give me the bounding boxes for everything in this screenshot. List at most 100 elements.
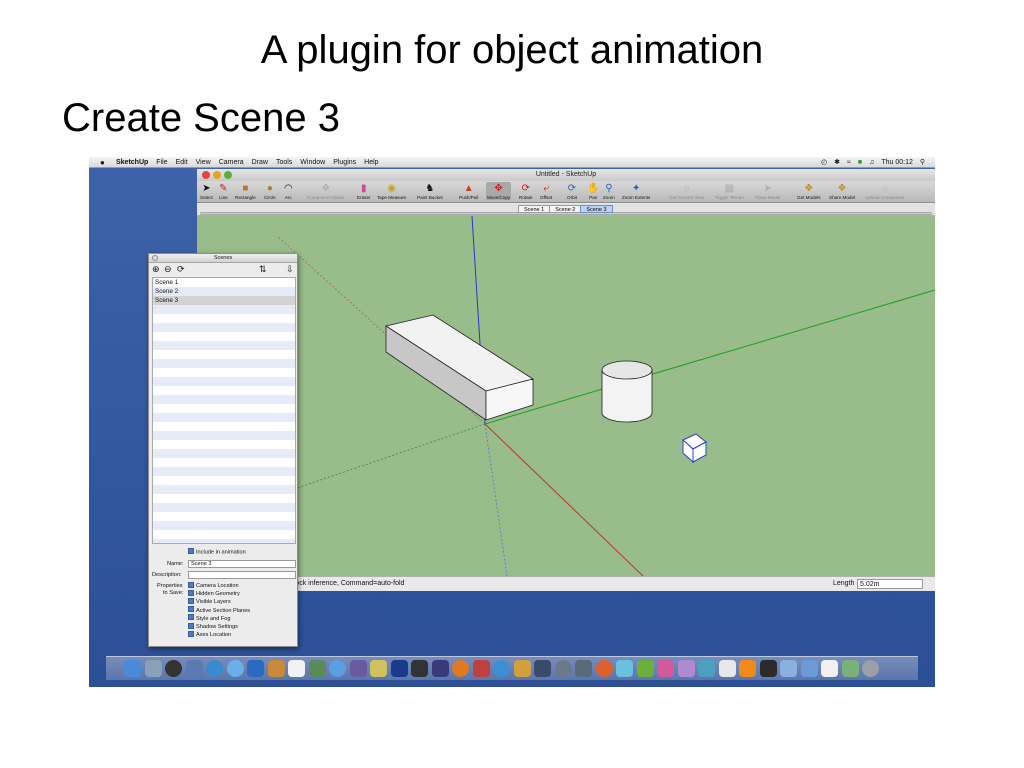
window-app-icon[interactable] bbox=[534, 660, 551, 677]
scene-details-icon[interactable]: ⇩ bbox=[286, 263, 294, 276]
pinwheel-app-icon[interactable] bbox=[657, 660, 674, 677]
finder-icon[interactable] bbox=[124, 660, 141, 677]
property-hidden-geometry[interactable]: Hidden Geometry bbox=[188, 589, 250, 598]
brush-app-icon[interactable] bbox=[513, 660, 531, 677]
tool-rotate[interactable]: ⟳ Rotate bbox=[519, 182, 533, 200]
tool-component-maker[interactable]: ❖ Component Maker bbox=[307, 182, 345, 200]
safari-icon[interactable] bbox=[206, 660, 223, 677]
drawing-viewport[interactable] bbox=[197, 216, 935, 576]
panel-close-icon[interactable] bbox=[152, 255, 158, 261]
star-app-icon[interactable] bbox=[370, 660, 387, 677]
trash-icon[interactable] bbox=[862, 660, 879, 677]
reorder-scenes-icon[interactable]: ⇅ bbox=[259, 263, 267, 276]
pen-app-icon[interactable] bbox=[780, 660, 797, 677]
tool-orbit[interactable]: ⟳ Orbit bbox=[567, 182, 577, 200]
flag-icon[interactable]: ■ bbox=[858, 157, 862, 168]
menu-file[interactable]: File bbox=[156, 157, 167, 168]
menu-draw[interactable]: Draw bbox=[252, 157, 268, 168]
screenshot-app-icon[interactable] bbox=[575, 660, 592, 677]
property-axes-location[interactable]: Axes Location bbox=[188, 630, 250, 639]
people-app-icon[interactable] bbox=[698, 660, 715, 677]
scene-name-input[interactable]: Scene 3 bbox=[188, 560, 296, 568]
scene-list-item-3[interactable]: Scene 3 bbox=[153, 296, 295, 305]
menu-view[interactable]: View bbox=[196, 157, 211, 168]
tool-arc[interactable]: ◠ Arc bbox=[284, 182, 293, 200]
tool-select[interactable]: ➤ Select bbox=[200, 182, 213, 200]
globe-app-icon[interactable] bbox=[493, 660, 510, 677]
scene-tab-1[interactable]: Scene 1 bbox=[518, 205, 551, 213]
frog-app-icon[interactable] bbox=[636, 660, 654, 677]
vlc-icon[interactable] bbox=[739, 660, 756, 677]
checkbox-checked-icon[interactable] bbox=[188, 548, 194, 554]
time-machine-icon[interactable]: ◴ bbox=[821, 157, 827, 168]
add-scene-icon[interactable]: ⊕ bbox=[152, 263, 160, 276]
ical-icon[interactable] bbox=[288, 660, 305, 677]
tool-toggle-terrain[interactable]: ▩ Toggle Terrain bbox=[715, 182, 744, 200]
bluetooth-icon[interactable]: ✱ bbox=[834, 157, 840, 168]
scene-tab-3[interactable]: Scene 3 bbox=[580, 205, 613, 213]
model-canvas[interactable] bbox=[197, 216, 935, 576]
update-scene-icon[interactable]: ⟳ bbox=[177, 263, 185, 276]
tool-offset[interactable]: ⤶ Offset bbox=[540, 182, 552, 200]
property-shadow-settings[interactable]: Shadow Settings bbox=[188, 622, 250, 631]
menu-plugins[interactable]: Plugins bbox=[333, 157, 356, 168]
imovie-icon[interactable] bbox=[349, 660, 367, 677]
itunes-icon[interactable] bbox=[329, 660, 346, 677]
photo-icon[interactable] bbox=[185, 660, 203, 677]
property-camera-location[interactable]: Camera Location bbox=[188, 581, 250, 590]
property-style-and-fog[interactable]: Style and Fog bbox=[188, 614, 250, 623]
scene-list-item-1[interactable]: Scene 1 bbox=[153, 278, 295, 287]
movie-app-icon[interactable] bbox=[759, 660, 777, 677]
tool-pan[interactable]: ✋ Pan bbox=[587, 182, 599, 200]
scene-description-input[interactable] bbox=[188, 571, 296, 579]
menubar-clock[interactable]: Thu 00:12 bbox=[881, 157, 913, 168]
spotlight-search-icon[interactable]: ⚲ bbox=[920, 157, 925, 168]
tool-rectangle[interactable]: ■ Rectangle bbox=[235, 182, 256, 200]
zoom-window-icon[interactable] bbox=[224, 171, 232, 179]
volume-icon[interactable]: ♫ bbox=[869, 157, 874, 168]
menu-camera[interactable]: Camera bbox=[219, 157, 244, 168]
tool-place-model[interactable]: ➤ Place Model bbox=[755, 182, 780, 200]
scenes-list[interactable]: Scene 1 Scene 2 Scene 3 bbox=[152, 277, 296, 544]
calculator-app-icon[interactable] bbox=[718, 660, 736, 677]
remove-scene-icon[interactable]: ⊖ bbox=[164, 263, 172, 276]
scene-list-item-2[interactable]: Scene 2 bbox=[153, 287, 295, 296]
close-window-icon[interactable] bbox=[202, 171, 210, 179]
pencil-app-icon[interactable] bbox=[472, 660, 490, 677]
wifi-icon[interactable]: ≈ bbox=[847, 157, 851, 168]
include-animation-option[interactable]: Include in animation bbox=[188, 548, 246, 555]
camera-app-icon[interactable] bbox=[554, 660, 572, 677]
property-visible-layers[interactable]: Visible Layers bbox=[188, 597, 250, 606]
tool-circle[interactable]: ● Circle bbox=[264, 182, 276, 200]
tool-get-current-view[interactable]: ☼ Get Current View bbox=[669, 182, 704, 200]
photoshop-icon[interactable] bbox=[390, 660, 408, 677]
document-app-icon[interactable] bbox=[821, 660, 838, 677]
tool-get-models[interactable]: ❖ Get Models bbox=[797, 182, 821, 200]
menu-edit[interactable]: Edit bbox=[176, 157, 188, 168]
cloud-app-icon[interactable] bbox=[677, 660, 695, 677]
tool-eraser[interactable]: ▮ Eraser bbox=[357, 182, 371, 200]
after-effects-icon[interactable] bbox=[431, 660, 449, 677]
worm-app-icon[interactable] bbox=[616, 660, 633, 677]
length-input[interactable]: 5.02m bbox=[857, 579, 923, 589]
tool-move-copy[interactable]: ✥ Move/Copy bbox=[486, 182, 512, 200]
folder-icon[interactable] bbox=[800, 660, 818, 677]
tool-line[interactable]: ✎ Line bbox=[219, 182, 228, 200]
preview-icon[interactable] bbox=[144, 660, 162, 677]
tool-upload-component[interactable]: ☼ Upload Component bbox=[865, 182, 905, 200]
minimize-window-icon[interactable] bbox=[213, 171, 221, 179]
firefox-icon[interactable] bbox=[595, 660, 613, 677]
tool-tape-measure[interactable]: ◉ Tape Measure bbox=[377, 182, 406, 200]
address-book-icon[interactable] bbox=[267, 660, 285, 677]
blender-icon[interactable] bbox=[452, 660, 469, 677]
tool-push-pull[interactable]: ▲ Push/Pull bbox=[459, 182, 478, 200]
scene-tab-2[interactable]: Scene 2 bbox=[549, 205, 582, 213]
tool-zoom-extents[interactable]: ✦ Zoom Extents bbox=[622, 182, 650, 200]
facetime-icon[interactable] bbox=[247, 660, 264, 677]
apple-menu-icon[interactable]: ● bbox=[100, 157, 105, 168]
menu-sketchup[interactable]: SketchUp bbox=[116, 157, 148, 168]
clapper-icon[interactable] bbox=[411, 660, 428, 677]
menu-tools[interactable]: Tools bbox=[276, 157, 292, 168]
property-active-section-planes[interactable]: Active Section Planes bbox=[188, 606, 250, 615]
tool-paint-bucket[interactable]: ♞ Paint Bucket bbox=[417, 182, 443, 200]
